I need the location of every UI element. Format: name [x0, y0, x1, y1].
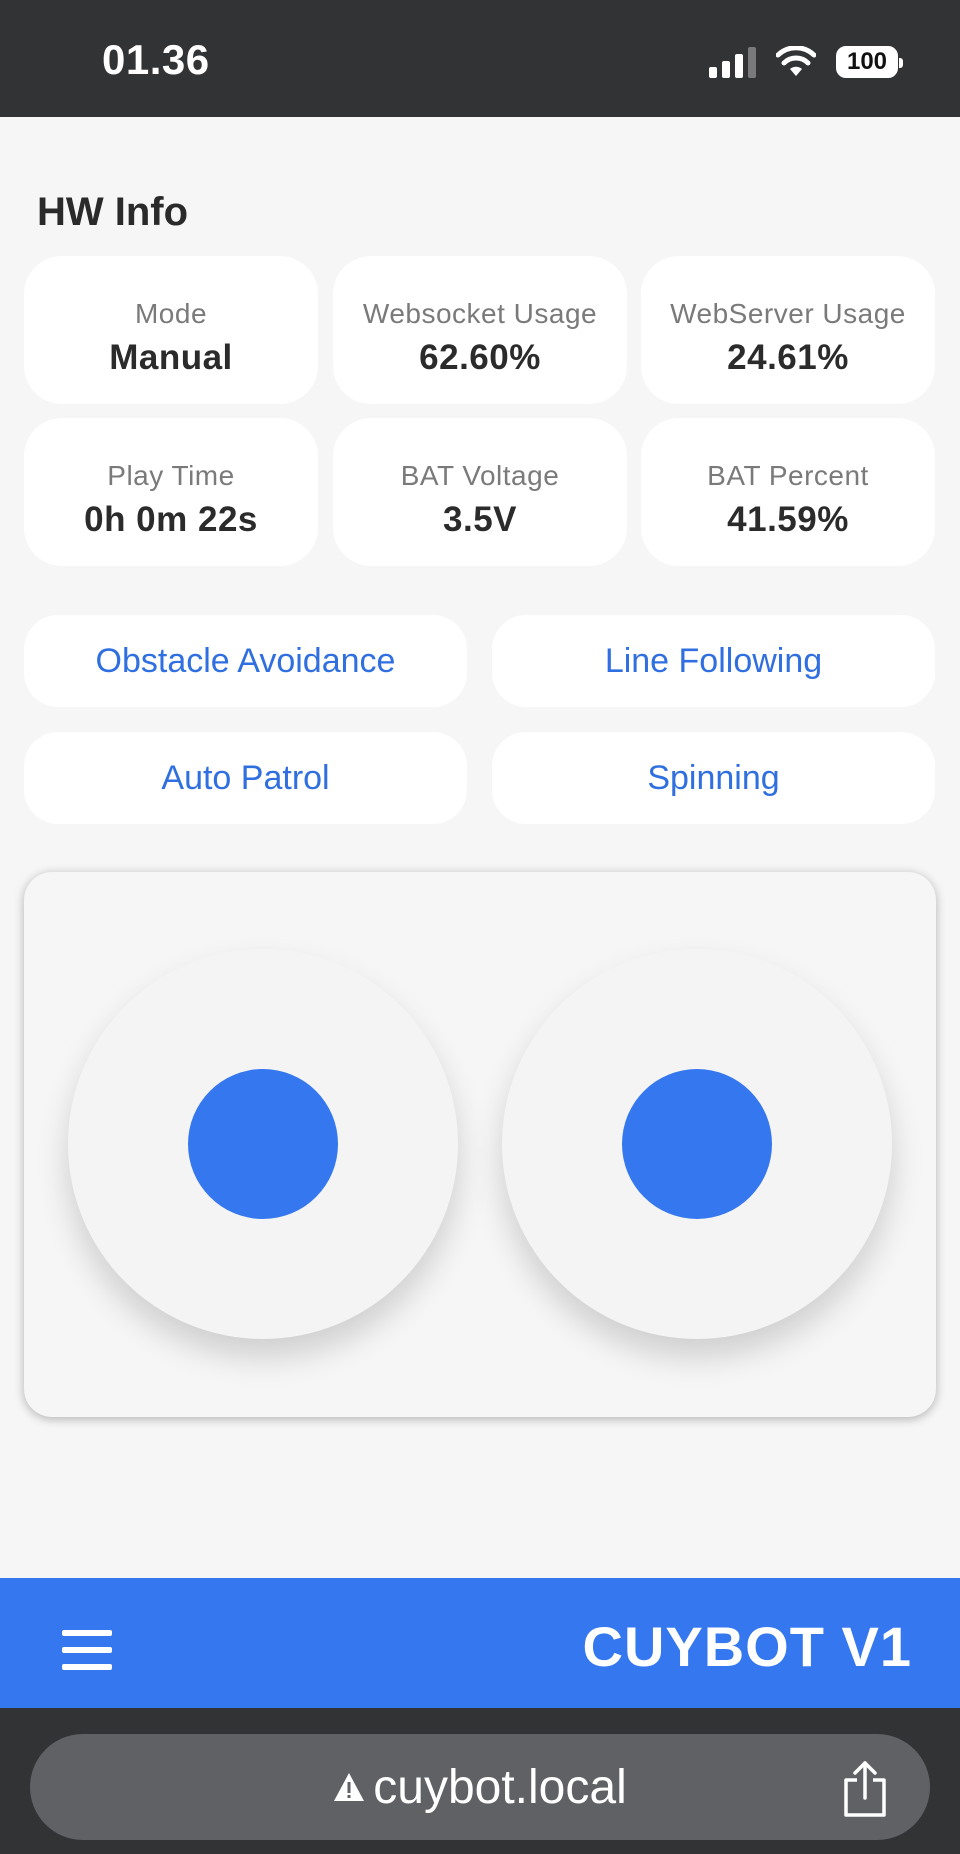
card-label: Play Time	[107, 460, 235, 491]
left-joystick[interactable]	[68, 949, 458, 1339]
info-card-play-time: Play Time 0h 0m 22s	[24, 418, 318, 566]
card-value: 3.5V	[443, 500, 517, 539]
status-icons: 100	[709, 42, 903, 82]
right-joystick[interactable]	[502, 949, 892, 1339]
auto-patrol-button[interactable]: Auto Patrol	[24, 732, 467, 824]
info-card-websocket-usage: Websocket Usage 62.60%	[333, 256, 627, 404]
card-label: BAT Percent	[707, 460, 869, 491]
info-card-bat-voltage: BAT Voltage 3.5V	[333, 418, 627, 566]
warning-icon	[334, 1773, 365, 1801]
browser-toolbar: cuybot.local	[0, 1708, 960, 1854]
line-following-button[interactable]: Line Following	[492, 615, 935, 707]
bottom-app-bar: CUYBOT V1	[0, 1578, 960, 1708]
right-joystick-knob[interactable]	[622, 1069, 772, 1219]
info-card-bat-percent: BAT Percent 41.59%	[641, 418, 935, 566]
card-label: Websocket Usage	[362, 298, 598, 329]
section-title-hw-info: HW Info	[37, 190, 189, 234]
wifi-icon	[776, 46, 816, 76]
card-value: 0h 0m 22s	[84, 500, 258, 539]
card-value: 41.59%	[727, 500, 849, 539]
card-value: 62.60%	[419, 338, 541, 377]
card-value: Manual	[109, 338, 233, 377]
status-bar: 01.36 100	[0, 0, 960, 117]
battery-level: 100	[846, 48, 888, 75]
info-card-mode: Mode Manual	[24, 256, 318, 404]
address-bar[interactable]: cuybot.local	[30, 1734, 930, 1840]
status-time: 01.36	[102, 36, 210, 83]
hamburger-menu-icon[interactable]	[62, 1630, 112, 1670]
card-label: Mode	[134, 298, 208, 329]
cellular-signal-icon	[709, 46, 756, 78]
spinning-button[interactable]: Spinning	[492, 732, 935, 824]
obstacle-avoidance-button[interactable]: Obstacle Avoidance	[24, 615, 467, 707]
card-label: WebServer Usage	[670, 298, 906, 329]
url-text: cuybot.local	[373, 1760, 627, 1814]
battery-icon: 100	[836, 46, 903, 78]
share-icon[interactable]	[840, 1760, 890, 1818]
card-label: BAT Voltage	[400, 460, 560, 491]
card-value: 24.61%	[727, 338, 849, 377]
app-title: CUYBOT V1	[582, 1615, 912, 1678]
left-joystick-knob[interactable]	[188, 1069, 338, 1219]
info-card-webserver-usage: WebServer Usage 24.61%	[641, 256, 935, 404]
joystick-panel	[24, 872, 936, 1417]
